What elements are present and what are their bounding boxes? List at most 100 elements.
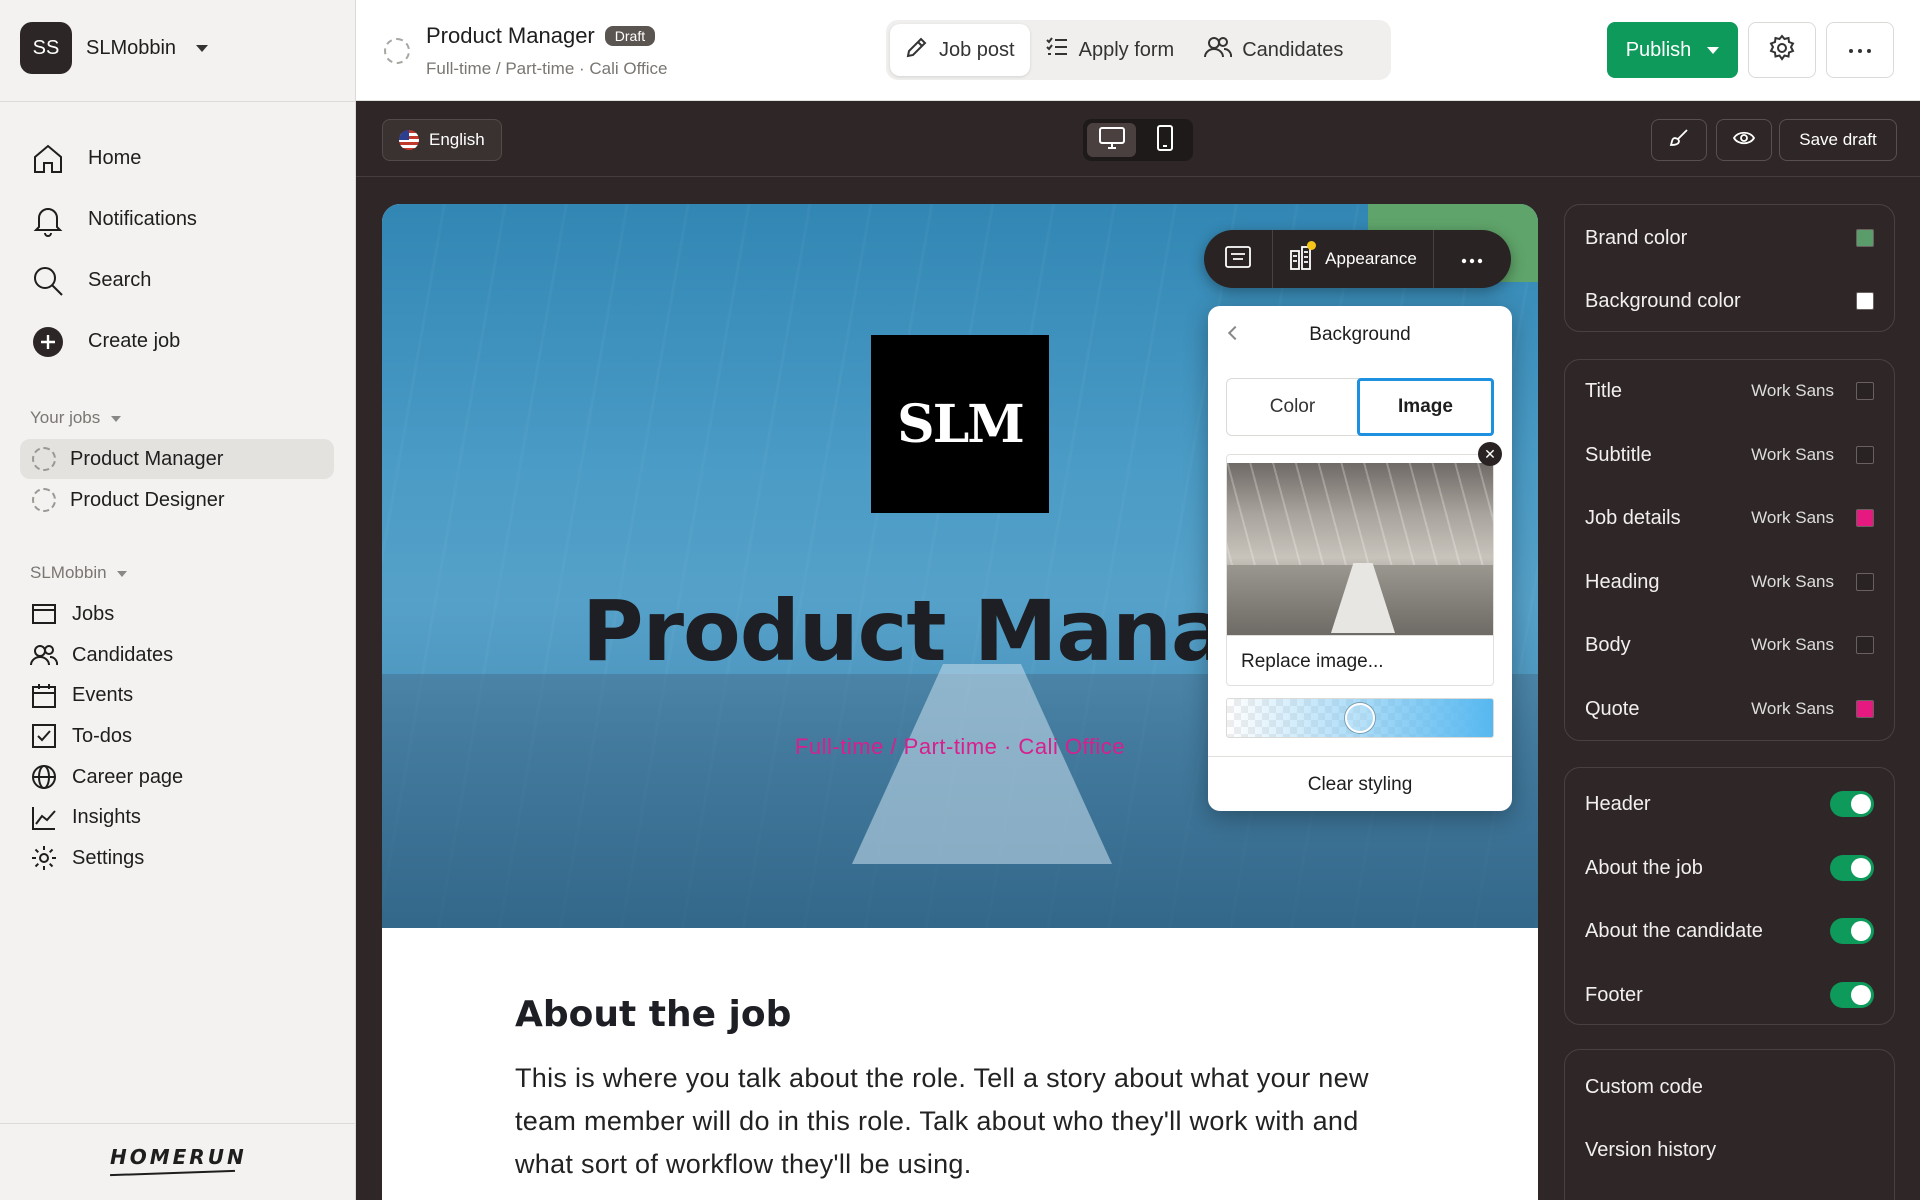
toggle-switch[interactable] [1830,791,1874,817]
job-meta: Full-time / Part-time · Cali Office [426,59,668,78]
color-swatch[interactable] [1856,229,1874,247]
pencil-icon [905,35,929,65]
job-item-product-manager[interactable]: Product Manager [20,439,334,479]
more-options-button[interactable] [1826,22,1894,78]
typography-row-subtitle[interactable]: Subtitle Work Sans [1585,435,1874,475]
color-swatch[interactable] [1856,446,1874,464]
your-jobs-header[interactable]: Your jobs [30,408,121,428]
slider-thumb[interactable] [1345,703,1375,733]
remove-image-button[interactable]: ✕ [1478,442,1502,466]
overlay-opacity-slider[interactable] [1226,698,1494,738]
nav-item-create-job[interactable]: Create job [30,311,197,372]
colors-card: Brand color Background color [1564,204,1895,332]
version-history-link[interactable]: Version history [1585,1130,1874,1170]
checkbox-icon [30,722,58,750]
main-nav: Home Notifications Search Create job [30,128,197,372]
nav-item-events[interactable]: Events [30,675,183,716]
option-image[interactable]: Image [1357,378,1494,436]
custom-code-link[interactable]: Custom code [1585,1067,1874,1107]
toggle-switch[interactable] [1830,918,1874,944]
nav-item-home[interactable]: Home [30,128,197,189]
tab-apply-form[interactable]: Apply form [1030,24,1190,76]
nav-item-career-page[interactable]: Career page [30,757,183,798]
job-tabs: Job post Apply form Candidates [886,20,1391,80]
typography-row-title[interactable]: Title Work Sans [1585,371,1874,411]
layout-button[interactable] [1204,230,1272,288]
popover-title: Background [1309,324,1411,345]
settings-button[interactable] [1748,22,1816,78]
homerun-logo[interactable]: HOMERUN [110,1145,247,1169]
section-floating-toolbar: Appearance [1204,230,1511,288]
nav-item-search[interactable]: Search [30,250,197,311]
tab-job-post[interactable]: Job post [890,24,1030,76]
nav-item-candidates[interactable]: Candidates [30,635,183,676]
job-title-row: Product Manager Draft [426,23,656,49]
sidebar: SS SLMobbin Home Notifications Search Cr… [0,0,356,1200]
calendar-icon [30,682,58,710]
workspace-switcher[interactable]: SS SLMobbin [20,22,209,74]
preview-button[interactable] [1716,119,1772,161]
tab-candidates[interactable]: Candidates [1189,24,1358,76]
toggle-switch[interactable] [1830,855,1874,881]
color-swatch[interactable] [1856,509,1874,527]
brand-color-row[interactable]: Brand color [1585,218,1874,258]
background-color-row[interactable]: Background color [1585,281,1874,321]
bell-icon [30,202,66,238]
brush-icon [1669,128,1689,153]
typography-row-job-details[interactable]: Job details Work Sans [1585,498,1874,538]
color-swatch[interactable] [1856,636,1874,654]
nav-item-insights[interactable]: Insights [30,797,183,838]
replace-image-button[interactable]: Replace image... [1227,635,1493,685]
more-horizontal-icon [1461,249,1483,269]
color-swatch[interactable] [1856,292,1874,310]
clear-styling-button[interactable]: Clear styling [1208,774,1512,796]
color-swatch[interactable] [1856,700,1874,718]
section-toggle-about-the-candidate: About the candidate [1585,911,1874,951]
color-swatch[interactable] [1856,573,1874,591]
section-toggle-header: Header [1585,784,1874,824]
color-swatch[interactable] [1856,382,1874,400]
nav-item-jobs[interactable]: Jobs [30,594,183,635]
mobile-preview-button[interactable] [1140,123,1189,157]
section-toggle-about-the-job: About the job [1585,848,1874,888]
desktop-preview-button[interactable] [1087,123,1136,157]
publish-button[interactable]: Publish [1607,22,1738,78]
nav-label: Notifications [88,208,197,230]
section-body[interactable]: This is where you talk about the role. T… [515,1057,1395,1186]
font-name: Work Sans [1751,699,1834,718]
jobs-list: Product Manager Product Designer [20,439,334,521]
typography-row-heading[interactable]: Heading Work Sans [1585,562,1874,602]
close-icon: ✕ [1484,445,1496,462]
theme-brush-button[interactable] [1651,119,1707,161]
editor-toolbar: English Save draft [356,101,1920,177]
font-name: Work Sans [1751,635,1834,654]
chart-line-icon [30,804,58,832]
org-header[interactable]: SLMobbin [30,563,128,583]
toggle-switch[interactable] [1830,982,1874,1008]
appearance-button[interactable]: Appearance [1273,230,1433,288]
logo-underline [110,1169,235,1177]
typography-row-body[interactable]: Body Work Sans [1585,625,1874,665]
globe-icon [30,763,58,791]
language-selector[interactable]: English [382,119,502,161]
about-the-job-section[interactable]: About the job This is where you talk abo… [515,994,1395,1186]
section-toggle-footer: Footer [1585,975,1874,1015]
workspace-name: SLMobbin [86,36,177,59]
job-item-product-designer[interactable]: Product Designer [20,480,334,520]
option-color[interactable]: Color [1227,379,1358,435]
typography-row-quote[interactable]: Quote Work Sans [1585,689,1874,729]
job-title[interactable]: Product Manager [426,23,595,49]
divider [0,1123,356,1124]
font-name: Work Sans [1751,508,1834,527]
section-heading[interactable]: About the job [515,994,1395,1035]
save-draft-button[interactable]: Save draft [1779,119,1897,161]
layout-icon [1225,245,1251,273]
company-logo[interactable]: SLM [871,335,1049,513]
typography-card: Title Work Sans Subtitle Work Sans Job d… [1564,359,1895,741]
nav-item-todos[interactable]: To-dos [30,716,183,757]
us-flag-icon [399,130,419,150]
nav-item-notifications[interactable]: Notifications [30,189,197,250]
device-preview-switch [1083,119,1193,161]
nav-item-settings[interactable]: Settings [30,838,183,879]
section-more-button[interactable] [1434,230,1510,288]
